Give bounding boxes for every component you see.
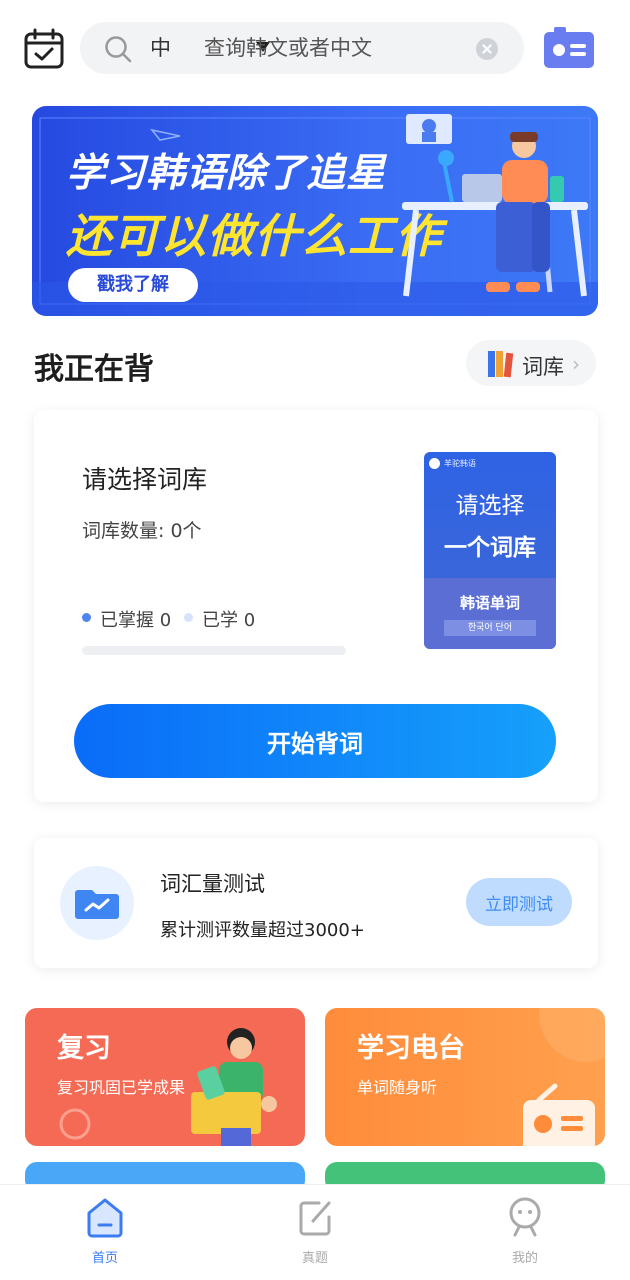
section-title: 我正在背 bbox=[34, 352, 154, 387]
nav-profile-label: 我的 bbox=[511, 1251, 538, 1266]
search-input[interactable] bbox=[204, 32, 464, 64]
banner-headline: 学习韩语除了追星 bbox=[66, 151, 387, 196]
review-title: 复习 bbox=[57, 1033, 111, 1064]
vocab-book-cover[interactable]: 羊驼韩语 请选择 一个词库 韩语单词 한국어 단어 bbox=[424, 452, 556, 649]
vocab-test-description: 累计测评数量超过3000+ bbox=[160, 920, 365, 941]
edit-icon bbox=[299, 1201, 331, 1236]
language-selector[interactable]: 中 bbox=[150, 35, 171, 61]
books-icon bbox=[488, 351, 514, 378]
vocab-test-card[interactable]: 词汇量测试 累计测评数量超过3000+ 立即测试 bbox=[34, 838, 598, 968]
worker-illustration bbox=[402, 114, 588, 297]
banner-cta-button[interactable]: 戳我了解 bbox=[68, 268, 198, 302]
radio-subtitle: 单词随身听 bbox=[357, 1078, 438, 1097]
search-bar[interactable]: 中 bbox=[80, 22, 524, 74]
search-icon bbox=[105, 36, 132, 63]
book-korean-label: 한국어 단어 bbox=[444, 620, 536, 636]
learned-stat: 已学 0 bbox=[202, 610, 256, 631]
nav-exam[interactable]: 真题 bbox=[255, 1185, 375, 1280]
book-title-line2: 一个词库 bbox=[444, 535, 536, 561]
clear-icon[interactable] bbox=[476, 38, 498, 60]
bottom-nav: 首页 真题 我的 bbox=[0, 1184, 630, 1280]
vocab-test-title: 词汇量测试 bbox=[160, 872, 265, 896]
id-card-icon[interactable] bbox=[542, 26, 596, 72]
folder-chart-icon bbox=[60, 866, 134, 940]
calendar-check-icon[interactable] bbox=[24, 28, 64, 70]
start-memorize-button[interactable]: 开始背词 bbox=[74, 704, 556, 778]
chevron-right-icon: › bbox=[572, 352, 580, 376]
learned-dot bbox=[184, 613, 193, 622]
choose-library-title[interactable]: 请选择词库 bbox=[82, 460, 207, 496]
mastered-dot bbox=[82, 613, 91, 622]
nav-home[interactable]: 首页 bbox=[45, 1185, 165, 1280]
radio-title: 学习电台 bbox=[357, 1033, 465, 1064]
nav-exam-label: 真题 bbox=[301, 1251, 328, 1266]
library-count: 词库数量: 0个 bbox=[82, 520, 202, 542]
book-title-line1: 请选择 bbox=[455, 493, 525, 519]
book-band bbox=[424, 578, 556, 649]
radio-tile[interactable]: 学习电台 单词随身听 bbox=[325, 1008, 605, 1146]
start-test-button[interactable]: 立即测试 bbox=[466, 878, 572, 926]
banner-subheadline: 还可以做什么工作 bbox=[66, 209, 442, 263]
home-icon bbox=[87, 1198, 123, 1238]
profile-icon bbox=[509, 1197, 541, 1237]
book-subtitle: 韩语单词 bbox=[459, 594, 520, 612]
progress-bar bbox=[82, 646, 346, 655]
review-subtitle: 复习巩固已学成果 bbox=[57, 1078, 186, 1097]
top-bar: 中 bbox=[0, 22, 630, 76]
library-button-label: 词库 bbox=[522, 355, 564, 379]
book-brand: 羊驼韩语 bbox=[444, 459, 476, 468]
library-button[interactable]: 词库 › bbox=[466, 340, 596, 386]
promo-banner[interactable]: 学习韩语除了追星 还可以做什么工作 戳我了解 bbox=[32, 106, 598, 316]
nav-profile[interactable]: 我的 bbox=[465, 1185, 585, 1280]
brand-logo bbox=[429, 458, 440, 469]
review-tile[interactable]: 复习 复习巩固已学成果 bbox=[25, 1008, 305, 1146]
learning-card: 请选择词库 词库数量: 0个 已掌握 0 已学 0 羊驼韩语 请选择 一个词库 … bbox=[34, 410, 598, 802]
mastered-stat: 已掌握 0 bbox=[100, 610, 172, 631]
nav-home-label: 首页 bbox=[91, 1251, 118, 1266]
